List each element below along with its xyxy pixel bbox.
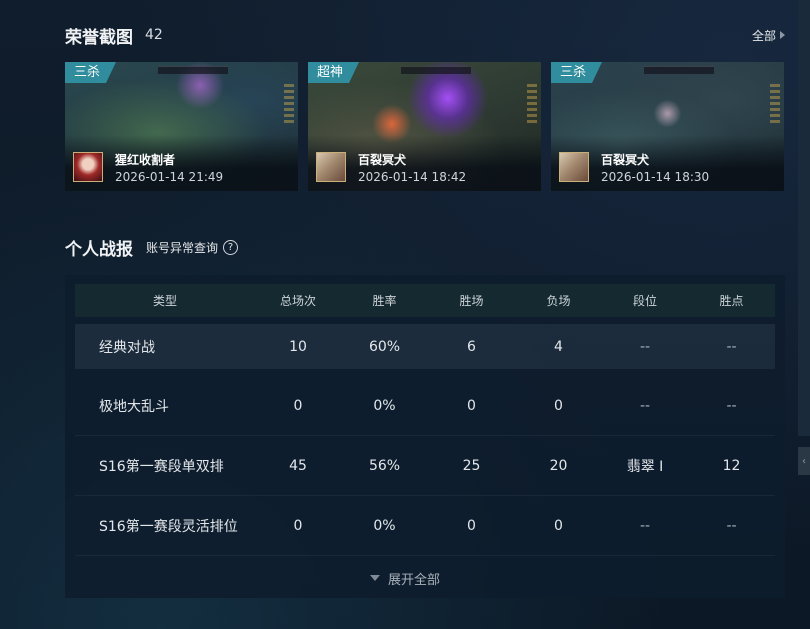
view-all-label: 全部 xyxy=(751,28,776,43)
column-header-total: 总场次 xyxy=(279,294,316,308)
expand-all-button[interactable]: 展开全部 xyxy=(0,569,810,588)
cell-winrate: 0% xyxy=(373,397,396,414)
cell-type: S16第一赛段灵活排位 xyxy=(99,518,238,535)
table-header: 类型 总场次 胜率 胜场 负场 段位 胜点 xyxy=(75,284,775,317)
chevron-left-icon: ‹ xyxy=(802,455,806,467)
cell-rank: 翡翠 Ⅰ xyxy=(626,458,664,475)
game-hud-items xyxy=(284,84,294,124)
cell-type: S16第一赛段单双排 xyxy=(99,458,224,475)
cell-wins: 25 xyxy=(462,457,481,474)
cell-rank: -- xyxy=(639,517,651,534)
table-row[interactable]: S16第一赛段单双排 45 56% 25 20 翡翠 Ⅰ 12 xyxy=(75,436,775,496)
table-row[interactable]: 经典对战 10 60% 6 4 -- -- xyxy=(75,324,775,369)
cell-total: 10 xyxy=(289,338,307,355)
stats-section-header: 个人战报 账号异常查询 ? xyxy=(65,236,239,260)
cell-total: 45 xyxy=(289,457,307,474)
column-header-rank: 段位 xyxy=(632,294,657,308)
honor-screenshot-card[interactable]: 三杀 百裂冥犬 2026-01-14 18:30 xyxy=(551,62,784,191)
honor-screenshot-list: 三杀 猩红收割者 2026-01-14 21:49 超神 百裂冥犬 2026-0… xyxy=(65,62,784,191)
expand-all-label: 展开全部 xyxy=(387,572,440,588)
cell-lp: -- xyxy=(726,338,737,355)
game-hud-items xyxy=(527,84,537,124)
cell-winrate: 60% xyxy=(368,338,401,355)
screenshot-time: 2026-01-14 21:49 xyxy=(115,170,224,184)
screenshot-time: 2026-01-14 18:42 xyxy=(358,170,467,184)
honor-screenshot-card[interactable]: 超神 百裂冥犬 2026-01-14 18:42 xyxy=(308,62,541,191)
side-panel-handle[interactable]: ‹ xyxy=(798,447,810,475)
honor-screenshot-card[interactable]: 三杀 猩红收割者 2026-01-14 21:49 xyxy=(65,62,298,191)
table-row[interactable]: 极地大乱斗 0 0% 0 0 -- -- xyxy=(75,376,775,436)
game-hud-bar xyxy=(644,66,715,74)
column-header-wins: 胜场 xyxy=(459,294,484,308)
champion-name: 百裂冥犬 xyxy=(358,153,407,167)
honor-section-header: 荣誉截图 42 全部 xyxy=(65,24,785,48)
champion-avatar xyxy=(559,152,589,182)
cell-total: 0 xyxy=(293,397,303,414)
game-hud-bar xyxy=(158,66,229,74)
cell-losses: 0 xyxy=(554,397,563,414)
cell-losses: 20 xyxy=(549,457,568,474)
cell-winrate: 0% xyxy=(373,517,396,534)
stats-panel: 类型 总场次 胜率 胜场 负场 段位 胜点 经典对战 10 60% 6 4 --… xyxy=(65,275,785,598)
cell-lp: -- xyxy=(726,517,737,534)
honor-count: 42 xyxy=(145,27,163,43)
champion-avatar xyxy=(316,152,346,182)
account-anomaly-link[interactable]: 账号异常查询 xyxy=(146,239,218,256)
honor-title: 荣誉截图 xyxy=(65,27,133,48)
cell-type: 经典对战 xyxy=(99,339,155,356)
column-header-losses: 负场 xyxy=(546,294,571,308)
column-header-lp: 胜点 xyxy=(719,294,744,308)
scrollbar[interactable] xyxy=(798,0,810,436)
game-hud-items xyxy=(770,84,780,124)
column-header-winrate: 胜率 xyxy=(372,294,397,308)
cell-wins: 0 xyxy=(467,517,476,534)
view-all-button[interactable]: 全部 xyxy=(752,27,785,44)
game-hud-bar xyxy=(401,66,472,74)
triangle-down-icon xyxy=(369,575,380,581)
triangle-right-icon xyxy=(780,31,785,39)
cell-rank: -- xyxy=(639,338,651,355)
stats-table: 类型 总场次 胜率 胜场 负场 段位 胜点 经典对战 10 60% 6 4 --… xyxy=(75,284,775,556)
cell-type: 极地大乱斗 xyxy=(99,398,169,415)
cell-total: 0 xyxy=(293,517,303,534)
column-header-type: 类型 xyxy=(152,294,177,308)
cell-wins: 6 xyxy=(467,338,476,355)
cell-lp: -- xyxy=(726,397,737,414)
champion-name: 猩红收割者 xyxy=(115,153,176,167)
screenshot-time: 2026-01-14 18:30 xyxy=(601,170,710,184)
cell-rank: -- xyxy=(639,397,651,414)
cell-lp: 12 xyxy=(722,457,741,474)
cell-wins: 0 xyxy=(467,397,476,414)
cell-winrate: 56% xyxy=(368,457,401,474)
table-row[interactable]: S16第一赛段灵活排位 0 0% 0 0 -- -- xyxy=(75,496,775,556)
question-circle-icon[interactable]: ? xyxy=(223,239,239,255)
stats-title: 个人战报 xyxy=(65,239,133,260)
cell-losses: 0 xyxy=(554,517,563,534)
cell-losses: 4 xyxy=(554,338,563,355)
champion-avatar xyxy=(73,152,103,182)
champion-name: 百裂冥犬 xyxy=(601,153,650,167)
